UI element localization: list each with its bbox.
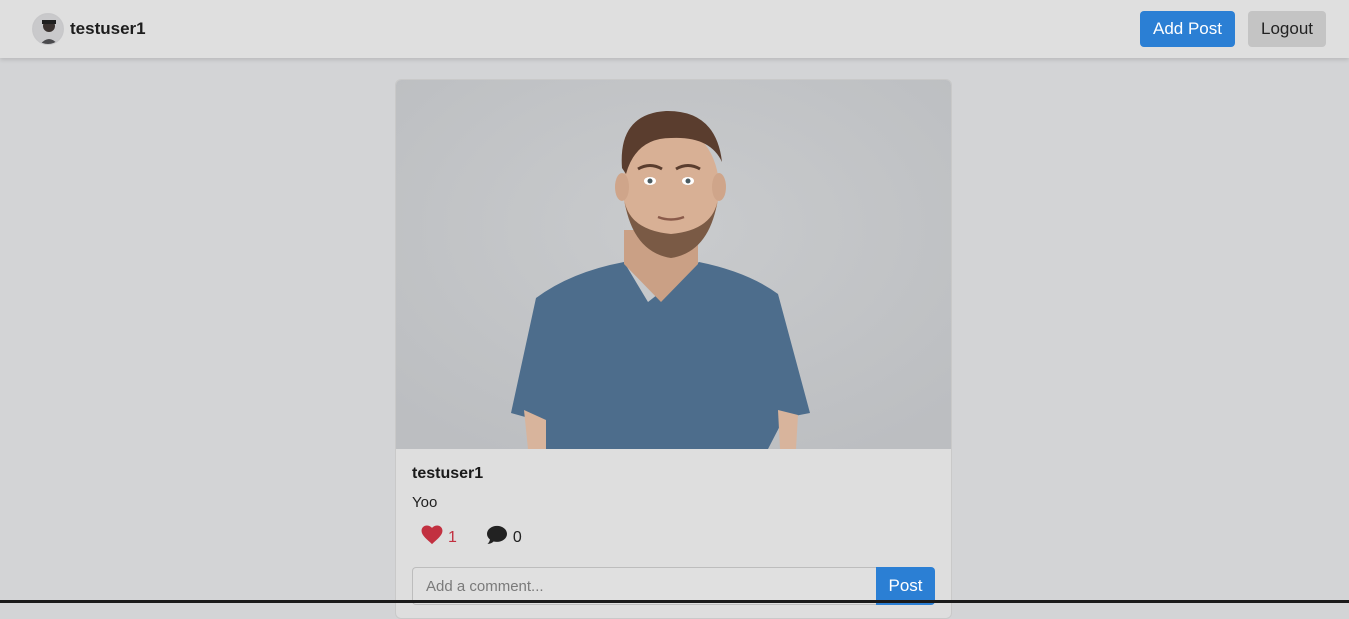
like-count: 1: [448, 528, 457, 546]
add-post-button[interactable]: Add Post: [1140, 11, 1235, 47]
post-card: testuser1 Yoo 1 0 Add a comment... Post: [395, 79, 952, 619]
navbar-username[interactable]: testuser1: [70, 19, 146, 39]
like-button[interactable]: 1: [421, 525, 457, 550]
top-navbar: testuser1 Add Post Logout: [0, 0, 1349, 58]
logout-button[interactable]: Logout: [1248, 11, 1326, 47]
speech-bubble-icon[interactable]: [486, 525, 508, 550]
post-image: [396, 80, 951, 449]
user-avatar[interactable]: [32, 13, 64, 45]
post-caption: Yoo: [412, 494, 438, 511]
post-author[interactable]: testuser1: [412, 465, 935, 483]
heart-icon[interactable]: [421, 525, 443, 550]
comment-count: 0: [512, 528, 522, 546]
comment-button[interactable]: 0: [486, 525, 522, 550]
user-profile-link[interactable]: testuser1: [32, 13, 146, 45]
